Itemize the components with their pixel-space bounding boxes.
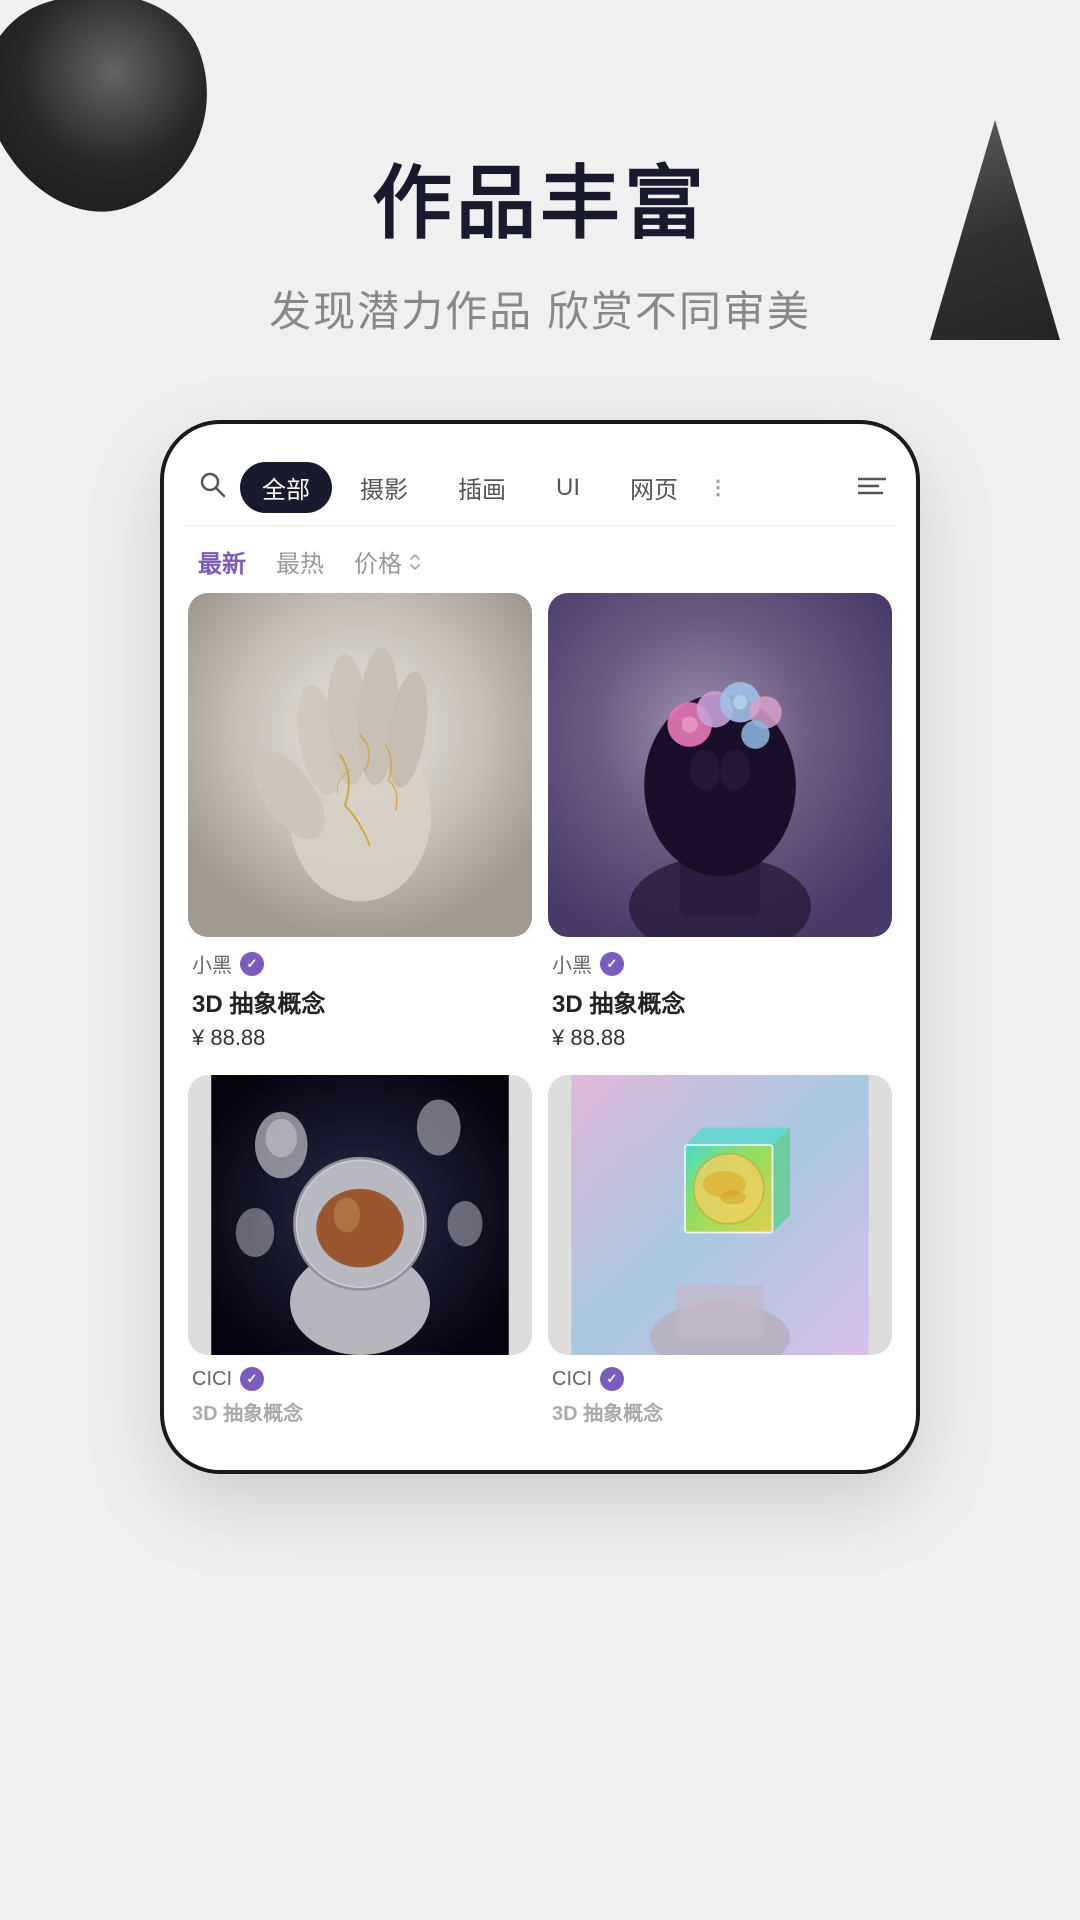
- author-name-4: CICI: [552, 1368, 592, 1391]
- phone-mockup-container: 全部 摄影 插画 UI 网页 ⋮ 最新 最热 价格: [160, 420, 920, 1474]
- product-card-2[interactable]: 小黑 ✓ 3D 抽象概念 ¥ 88.88: [548, 593, 892, 1059]
- product-info-3: CICI ✓ 3D 抽象概念: [188, 1355, 532, 1440]
- filter-price-label: 价格: [354, 544, 402, 579]
- product-image-1: [188, 593, 532, 937]
- hero-subtitle: 发现潜力作品 欣赏不同审美: [0, 278, 1080, 339]
- product-image-2: [548, 593, 892, 937]
- bust-artwork: [548, 593, 892, 937]
- product-price-1: ¥ 88.88: [192, 1025, 528, 1051]
- product-price-2: ¥ 88.88: [552, 1025, 888, 1051]
- product-info-4: CICI ✓ 3D 抽象概念: [548, 1355, 892, 1440]
- author-name-1: 小黑: [192, 949, 232, 978]
- product-author-1: 小黑 ✓: [192, 949, 528, 978]
- sort-icon: [406, 553, 424, 571]
- product-card-1[interactable]: 小黑 ✓ 3D 抽象概念 ¥ 88.88: [188, 593, 532, 1059]
- filter-bar: 最新 最热 价格: [184, 526, 896, 593]
- product-title-2: 3D 抽象概念: [552, 984, 888, 1019]
- product-title-3: 3D 抽象概念: [192, 1397, 528, 1426]
- verified-badge-2: ✓: [600, 952, 624, 976]
- nav-tab-illustration[interactable]: 插画: [436, 462, 528, 513]
- product-grid: 小黑 ✓ 3D 抽象概念 ¥ 88.88: [184, 593, 896, 1440]
- product-card-4[interactable]: CICI ✓ 3D 抽象概念: [548, 1075, 892, 1440]
- product-info-2: 小黑 ✓ 3D 抽象概念 ¥ 88.88: [548, 937, 892, 1059]
- product-title-4: 3D 抽象概念: [552, 1397, 888, 1426]
- product-image-3: [188, 1075, 532, 1355]
- phone-mockup: 全部 摄影 插画 UI 网页 ⋮ 最新 最热 价格: [160, 420, 920, 1474]
- product-author-2: 小黑 ✓: [552, 949, 888, 978]
- nav-tab-web[interactable]: 网页: [608, 462, 700, 513]
- crystal-artwork: [548, 1075, 892, 1355]
- verified-badge-3: ✓: [240, 1367, 264, 1391]
- product-info-1: 小黑 ✓ 3D 抽象概念 ¥ 88.88: [188, 937, 532, 1059]
- nav-more-icon[interactable]: ⋮: [708, 475, 730, 500]
- verified-badge-1: ✓: [240, 952, 264, 976]
- author-name-3: CICI: [192, 1368, 232, 1391]
- product-image-4: [548, 1075, 892, 1355]
- product-author-3: CICI ✓: [192, 1367, 528, 1391]
- nav-tab-ui[interactable]: UI: [534, 466, 602, 510]
- astronaut-artwork: [188, 1075, 532, 1355]
- nav-tab-all[interactable]: 全部: [240, 462, 332, 513]
- nav-tabs: 全部 摄影 插画 UI 网页 ⋮: [240, 462, 848, 513]
- hero-title: 作品丰富: [0, 160, 1080, 248]
- search-icon[interactable]: [194, 466, 230, 509]
- menu-icon[interactable]: [858, 472, 886, 503]
- product-author-4: CICI ✓: [552, 1367, 888, 1391]
- verified-badge-4: ✓: [600, 1367, 624, 1391]
- product-title-1: 3D 抽象概念: [192, 984, 528, 1019]
- filter-hot[interactable]: 最热: [276, 544, 324, 579]
- nav-bar: 全部 摄影 插画 UI 网页 ⋮: [184, 444, 896, 526]
- nav-tab-photo[interactable]: 摄影: [338, 462, 430, 513]
- product-card-3[interactable]: CICI ✓ 3D 抽象概念: [188, 1075, 532, 1440]
- hero-section: 作品丰富 发现潜力作品 欣赏不同审美: [0, 160, 1080, 339]
- author-name-2: 小黑: [552, 949, 592, 978]
- filter-latest[interactable]: 最新: [198, 544, 246, 579]
- hand-artwork: [188, 593, 532, 937]
- filter-price[interactable]: 价格: [354, 544, 424, 579]
